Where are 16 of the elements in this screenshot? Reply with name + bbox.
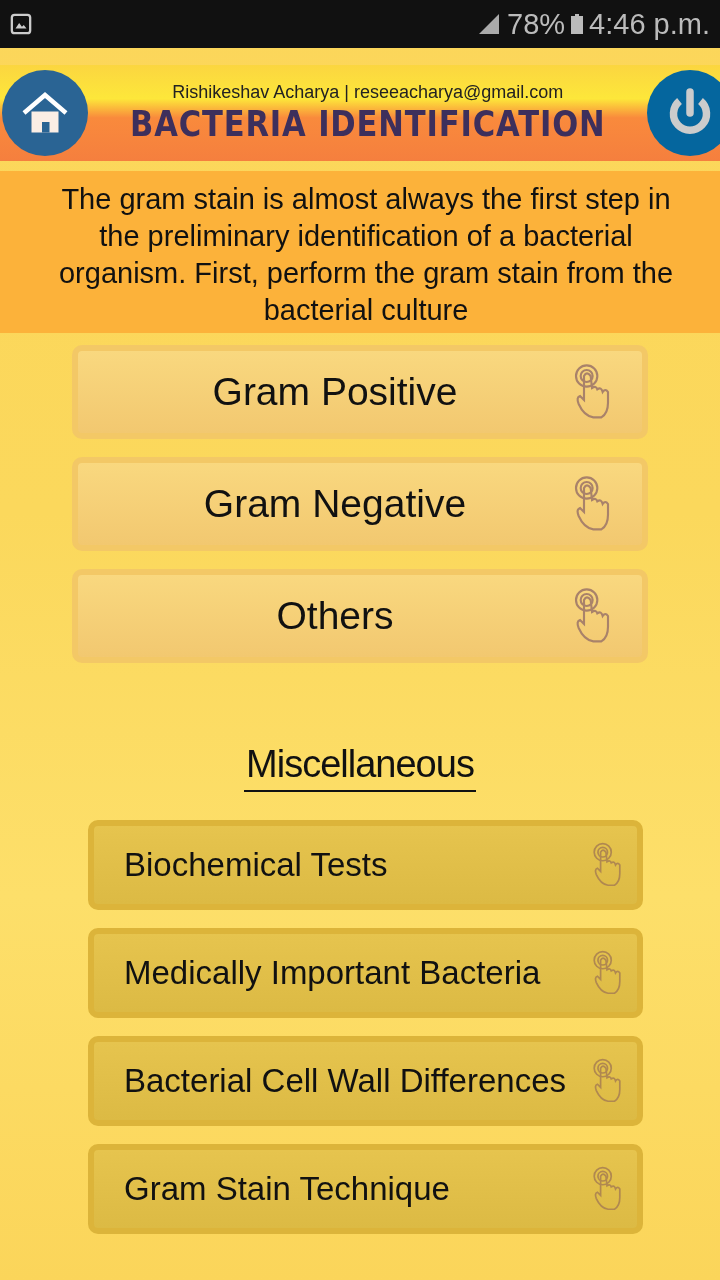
category-button[interactable]: Others [72,569,648,663]
gallery-icon [10,13,32,35]
signal-icon [477,14,502,34]
intro-text: The gram stain is almost always the first step in the preliminary identification of a bacterial organism. First, perform the gram stain from the bacterial culture [0,171,720,333]
topic-button[interactable]: Gram Stain Technique [88,1144,643,1234]
app-title: BACTERIA IDENTIFICATION [129,103,606,144]
section-heading: Miscellaneous [244,743,476,792]
battery-icon [571,14,584,34]
topic-button[interactable]: Biochemical Tests [88,820,643,910]
author-line: Rishikeshav Acharya | reseeacharya@gmail.com [172,82,564,103]
topic-button[interactable]: Bacterial Cell Wall Differences [88,1036,643,1126]
topic-button[interactable]: Medically Important Bacteria [88,928,643,1018]
category-button[interactable]: Gram Negative [72,457,648,551]
category-button[interactable]: Gram Positive [72,345,648,439]
battery-percent: 78% [507,7,566,41]
clock: 4:46 p.m. [589,7,710,41]
